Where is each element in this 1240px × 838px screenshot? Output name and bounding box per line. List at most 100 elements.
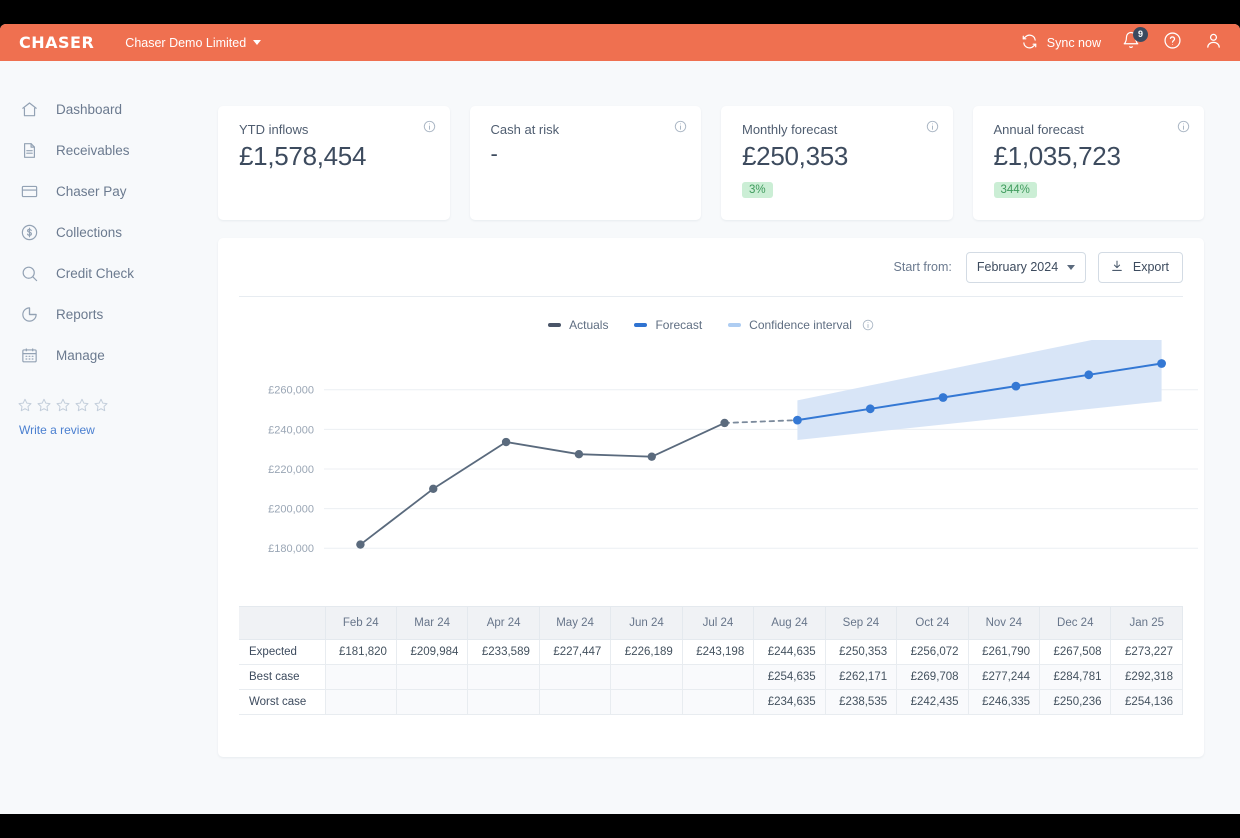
chart-canvas: £180,000 £200,000 £220,000 £240,000 £260,000 [268,340,1198,555]
star-icon[interactable] [74,397,90,418]
info-icon[interactable] [423,120,436,138]
star-icon[interactable] [93,397,109,418]
sidebar-item-chaser-pay[interactable]: Chaser Pay [0,171,200,212]
table-cell [324,664,397,690]
star-icon[interactable] [55,397,71,418]
table-cell: £254,136 [1110,689,1183,715]
legend-swatch-icon [728,323,742,327]
sidebar-item-label: Chaser Pay [56,184,127,199]
forecast-data-point[interactable] [1011,381,1021,391]
forecast-data-point[interactable] [938,393,948,402]
table-cell: £273,227 [1110,639,1183,665]
forecast-data-point[interactable] [865,404,875,414]
table-cell: £181,820 [324,639,397,665]
info-icon[interactable] [1177,120,1190,138]
sidebar-item-dashboard[interactable]: Dashboard [0,89,200,130]
table-column-header: Jul 24 [681,606,755,640]
actuals-data-point[interactable] [429,484,438,493]
chart-toolbar: Start from: February 2024 Export [238,238,1184,296]
legend-item-confidence-interval[interactable]: Confidence interval [728,318,874,332]
y-axis-tick-label: £260,000 [268,385,314,397]
info-icon[interactable] [674,120,687,138]
table-cell [681,664,755,690]
sidebar-item-receivables[interactable]: Receivables [0,130,200,171]
star-icon[interactable] [17,397,33,418]
user-account-button[interactable] [1202,32,1224,54]
table-cell: £226,189 [610,639,683,665]
star-icon[interactable] [36,397,52,418]
download-icon [1110,259,1124,276]
kpi-value: £250,353 [742,141,849,171]
kpi-card-monthly-forecast: Monthly forecast £250,353 3% [721,106,953,220]
star-rating[interactable] [17,397,200,418]
table-column-header: Oct 24 [896,606,969,640]
pie-chart-icon [19,304,40,325]
credit-card-icon [19,181,40,202]
info-icon[interactable] [926,120,939,138]
sidebar: Dashboard Receivables Chaser Pay Collect… [0,61,200,814]
legend-label: Confidence interval [749,318,852,332]
start-from-value: February 2024 [976,260,1059,274]
y-axis-tick-label: £240,000 [268,424,314,436]
table-cell [681,689,755,715]
table-cell [395,689,469,715]
table-column-header: Apr 24 [467,606,540,640]
table-column-header: Sep 24 [824,606,898,640]
table-cell: £244,635 [753,639,826,665]
table-cell: £234,635 [753,689,826,715]
table-cell: £262,171 [824,664,898,690]
forecast-panel: Start from: February 2024 Export Actuals… [218,238,1204,757]
table-cell: £254,635 [753,664,826,690]
forecast-data-point[interactable] [1084,370,1094,380]
table-column-header: Mar 24 [395,606,469,640]
sidebar-item-label: Credit Check [56,266,135,281]
sidebar-item-reports[interactable]: Reports [0,294,200,335]
forecast-data-point[interactable] [1157,359,1166,368]
kpi-label: YTD inflows [239,122,309,137]
table-cell [538,689,612,715]
write-a-review-link[interactable]: Write a review [17,423,200,437]
legend-item-actuals[interactable]: Actuals [548,318,608,332]
actuals-data-point[interactable] [501,437,511,447]
sidebar-item-credit-check[interactable]: Credit Check [0,253,200,294]
table-row-header: Expected [239,639,326,665]
table-cell [467,664,540,690]
sync-now-button[interactable]: Sync now [1021,33,1101,53]
user-icon [1204,31,1223,55]
kpi-value: - [490,141,498,166]
actuals-data-point[interactable] [574,449,584,459]
actuals-data-point[interactable] [647,452,656,461]
table-cell: £227,447 [538,639,612,665]
actuals-line [359,422,726,546]
sidebar-item-collections[interactable]: Collections [0,212,200,253]
legend-item-forecast[interactable]: Forecast [634,318,702,332]
kpi-change-badge: 3% [742,181,773,198]
search-icon [19,263,40,284]
sidebar-item-manage[interactable]: Manage [0,335,200,376]
toolbar-divider [239,296,1183,297]
kpi-value: £1,035,723 [993,141,1121,171]
table-column-header: May 24 [538,606,612,640]
actuals-data-point[interactable] [356,540,365,549]
help-button[interactable] [1161,31,1183,55]
top-bar-actions: Sync now 9 [1021,26,1224,55]
kpi-card-cash-at-risk: Cash at risk - [469,106,701,220]
table-header-row: Feb 24 Mar 24 Apr 24 May 24 Jun 24 Jul 24 Aug … [239,606,1183,640]
actuals-data-point[interactable] [720,418,729,428]
table-column-header: Aug 24 [753,606,826,640]
chart-legend: Actuals Forecast Confidence interval [238,318,1184,332]
question-circle-icon [1163,31,1182,55]
sidebar-item-label: Manage [56,348,105,363]
forecast-data-point[interactable] [793,415,802,425]
export-button[interactable]: Export [1097,251,1183,283]
info-icon[interactable] [862,319,874,331]
chaser-logo[interactable]: CHASER [19,33,94,52]
table-row-header: Best case [239,664,326,690]
home-icon [19,99,40,120]
table-cell: £269,708 [896,664,969,690]
org-switcher[interactable]: Chaser Demo Limited [125,36,262,50]
table-column-header: Dec 24 [1039,606,1112,640]
notifications-button[interactable]: 9 [1120,26,1148,54]
actuals-forecast-connector [723,419,799,424]
start-from-select[interactable]: February 2024 [965,251,1086,283]
